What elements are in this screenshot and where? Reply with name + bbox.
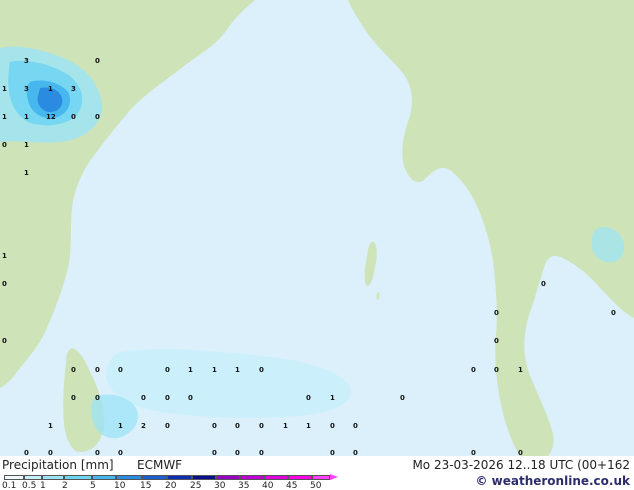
precip-value: 2 (141, 422, 146, 430)
precip-value: 1 (48, 85, 53, 93)
precip-value: 0 (48, 449, 53, 456)
precip-value: 0 (2, 141, 7, 149)
precip-value: 0 (141, 394, 146, 402)
precip-value: 0 (71, 366, 76, 374)
map-footer: Precipitation [mm] ECMWF Mo 23-03-2026 1… (0, 456, 634, 490)
precip-value: 0 (259, 366, 264, 374)
precip-value: 0 (471, 449, 476, 456)
precip-value: 1 (2, 252, 7, 260)
precip-value: 1 (330, 394, 335, 402)
legend-tick-label: 1 (40, 481, 46, 490)
precip-value: 1 (24, 141, 29, 149)
legend-swatch (288, 475, 312, 480)
precip-value: 1 (48, 422, 53, 430)
legend-tick-label: 25 (190, 481, 202, 490)
precip-value: 0 (2, 280, 7, 288)
precip-value: 0 (95, 57, 100, 65)
legend-swatch (64, 475, 92, 480)
precip-value: 0 (494, 337, 499, 345)
precip-value: 0 (71, 394, 76, 402)
precip-value: 0 (118, 366, 123, 374)
legend-swatch (4, 475, 24, 480)
precip-value: 1 (235, 366, 240, 374)
legend-tick-label: 50 (310, 481, 322, 490)
precip-value: 1 (518, 366, 523, 374)
precip-value: 0 (353, 449, 358, 456)
precip-value: 1 (188, 366, 193, 374)
legend-swatch (116, 475, 142, 480)
legend-tick-label: 35 (238, 481, 250, 490)
precip-value: 0 (494, 309, 499, 317)
precip-value: 0 (188, 394, 193, 402)
precip-value: 0 (165, 422, 170, 430)
precip-value: 0 (2, 337, 7, 345)
precip-value: 1 (2, 113, 7, 121)
precip-value: 1 (283, 422, 288, 430)
precipitation-map-page: 3 0 1 3 1 3 1 1 12 0 0 0 1 1 1 0 0 0 0 0 0 0 0 0 0 1 1 1 0 0 0 1 0 0 0 0 0 0 1… (0, 0, 634, 490)
legend-swatch (264, 475, 288, 480)
legend-tick-label: 45 (286, 481, 298, 490)
legend-tick-label: 2 (62, 481, 68, 490)
precip-value: 0 (611, 309, 616, 317)
precip-value: 1 (24, 169, 29, 177)
precip-value: 0 (471, 366, 476, 374)
legend-tick-label: 0.5 (22, 481, 37, 490)
precip-value: 0 (400, 394, 405, 402)
legend-swatch (192, 475, 216, 480)
precip-value: 0 (212, 422, 217, 430)
precip-value: 0 (95, 366, 100, 374)
legend-tick-label: 30 (214, 481, 226, 490)
legend-tick-label: 15 (140, 481, 152, 490)
precip-value: 0 (330, 422, 335, 430)
legend-swatch (92, 475, 116, 480)
precip-value: 0 (71, 113, 76, 121)
precip-value: 12 (46, 113, 56, 121)
precip-value: 0 (212, 449, 217, 456)
legend-tick-label: 40 (262, 481, 274, 490)
precip-value: 1 (24, 113, 29, 121)
legend-swatch (312, 475, 330, 480)
precip-value: 0 (541, 280, 546, 288)
precip-value: 0 (330, 449, 335, 456)
precip-value: 1 (2, 85, 7, 93)
copyright-link[interactable]: © weatheronline.co.uk (475, 474, 630, 488)
precip-value: 0 (494, 366, 499, 374)
precip-value: 0 (24, 449, 29, 456)
precip-value: 0 (118, 449, 123, 456)
precipitation-map: 3 01 3 1 31 1 12 0 00 1110 00 00 00 0 0 0 1 1 1 0 0 0 10 0 0 0 0 0 1… (0, 0, 634, 456)
precip-value: 0 (259, 449, 264, 456)
precip-value: 0 (518, 449, 523, 456)
precip-value: 0 (235, 422, 240, 430)
precip-value: 0 (95, 113, 100, 121)
precip-value: 3 (71, 85, 76, 93)
legend-swatch (142, 475, 167, 480)
model-name: ECMWF (137, 458, 183, 472)
legend-swatch (167, 475, 192, 480)
precip-value: 0 (353, 422, 358, 430)
legend-swatch (24, 475, 42, 480)
precip-value: 1 (212, 366, 217, 374)
precip-value: 0 (306, 394, 311, 402)
map-title: Precipitation [mm] (2, 458, 114, 472)
precip-value: 1 (118, 422, 123, 430)
precip-value: 1 (306, 422, 311, 430)
precip-value: 3 (24, 57, 29, 65)
precip-value: 0 (259, 422, 264, 430)
precip-value: 3 (24, 85, 29, 93)
precip-value: 0 (235, 449, 240, 456)
legend-tick-label: 10 (114, 481, 126, 490)
legend-swatch (240, 475, 264, 480)
precip-value: 0 (95, 449, 100, 456)
valid-time: Mo 23-03-2026 12..18 UTC (00+162 (412, 458, 630, 472)
precip-value: 0 (165, 366, 170, 374)
legend-swatch (216, 475, 240, 480)
legend-tick-label: 5 (90, 481, 96, 490)
legend-tick-label: 0.1 (2, 481, 17, 490)
precip-value: 0 (165, 394, 170, 402)
legend-tick-label: 20 (165, 481, 177, 490)
legend-arrow (330, 474, 338, 480)
precip-value: 0 (95, 394, 100, 402)
legend-swatch (42, 475, 64, 480)
